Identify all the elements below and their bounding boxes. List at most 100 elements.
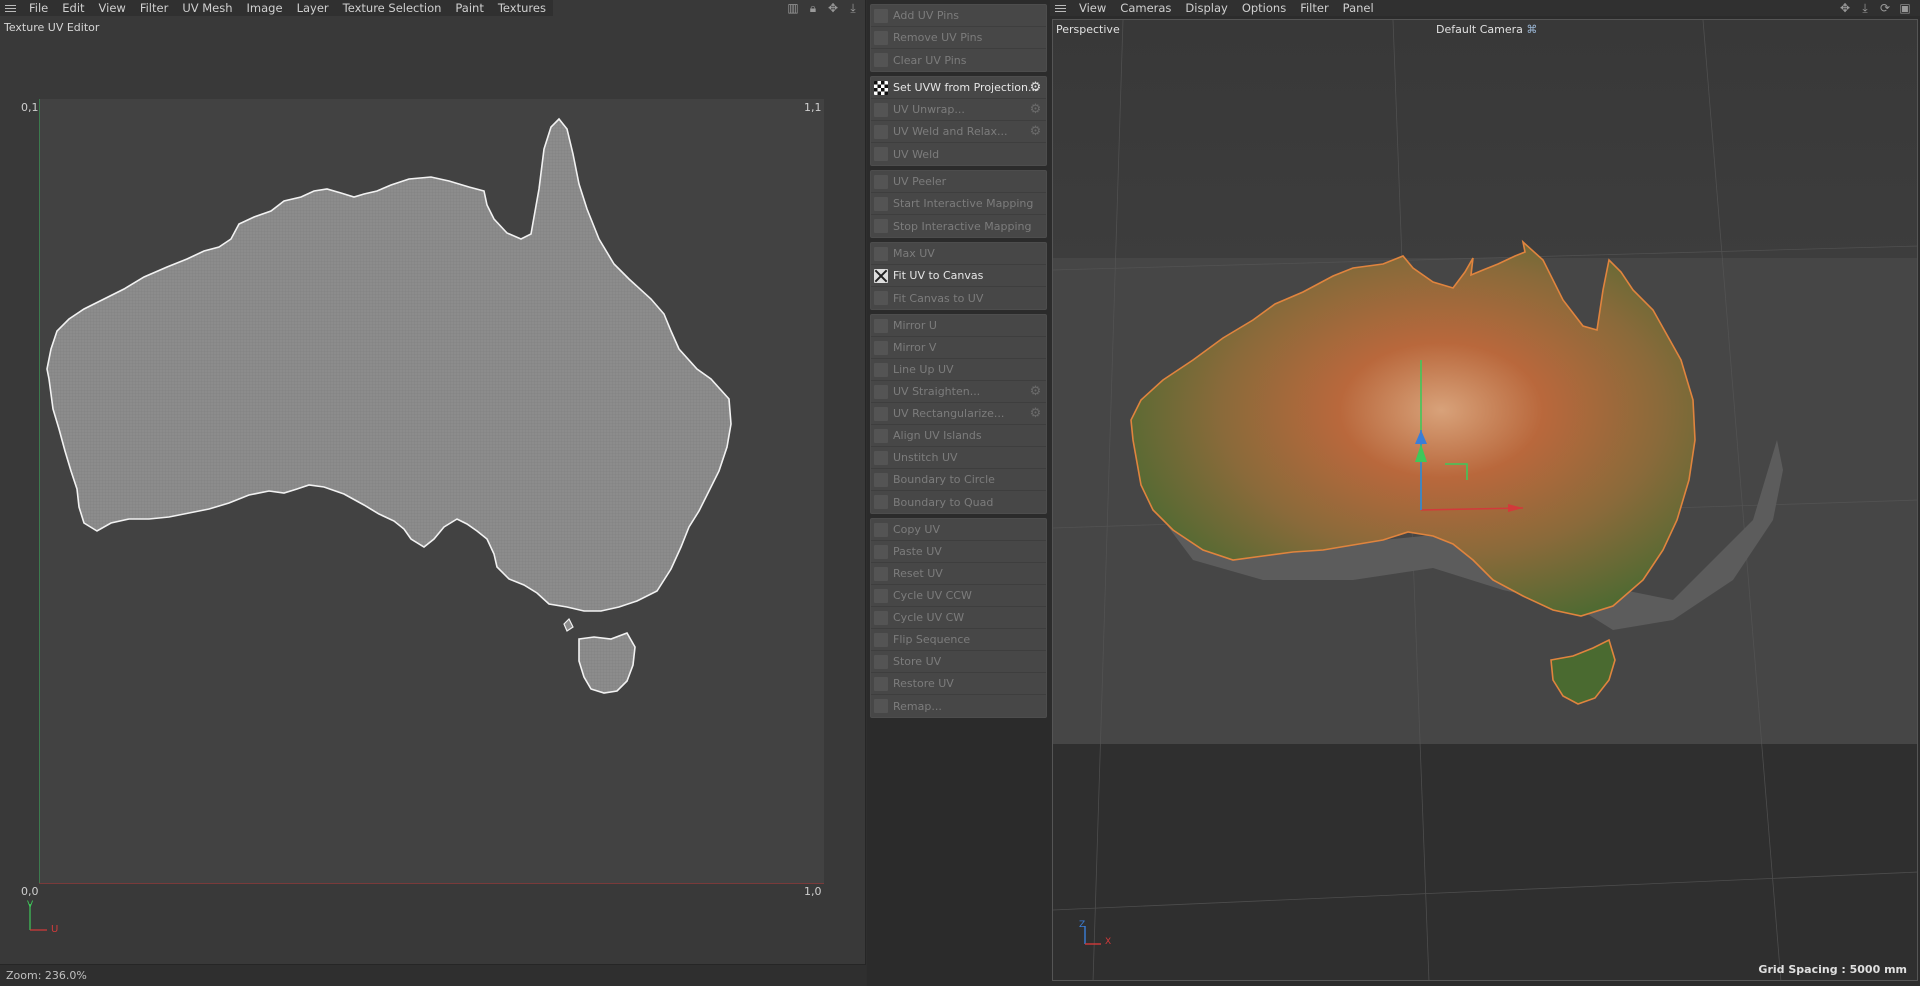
gear-icon[interactable]: ⚙ (1028, 406, 1043, 421)
menu-image[interactable]: Image (240, 0, 290, 16)
unstitch-uv-icon (874, 451, 888, 465)
cmd-boundary-to-quad[interactable]: Boundary to Quad (871, 491, 1046, 513)
cmd-remove-uv-pins[interactable]: Remove UV Pins (871, 27, 1046, 49)
cmd-label: Paste UV (893, 545, 942, 558)
menu-paint[interactable]: Paint (448, 0, 490, 16)
coord-top-left: 0,1 (21, 101, 39, 114)
menu-filter[interactable]: Filter (133, 0, 175, 16)
uv-island-tasmania[interactable] (578, 632, 636, 694)
command-group-1: Add UV Pins Remove UV Pins Clear UV Pins (870, 4, 1047, 72)
cmd-label: Unstitch UV (893, 451, 958, 464)
cmd-label: UV Straighten... (893, 385, 981, 398)
camera-label[interactable]: Default Camera ⌘ (1436, 23, 1537, 36)
pin-icon[interactable]: ⤓ (846, 1, 860, 15)
rotate-view-icon[interactable]: ⟳ (1878, 1, 1892, 15)
cmd-remap[interactable]: Remap... (871, 695, 1046, 717)
cmd-start-interactive-mapping[interactable]: Start Interactive Mapping (871, 193, 1046, 215)
max-uv-icon (874, 247, 888, 261)
gear-icon[interactable]: ⚙ (1028, 384, 1043, 399)
gear-icon[interactable]: ⚙ (1028, 124, 1043, 139)
clear-uv-pins-icon (874, 53, 888, 67)
uv-weld-icon (874, 147, 888, 161)
remove-uv-pins-icon (874, 31, 888, 45)
menu-textures[interactable]: Textures (491, 0, 553, 16)
cmd-max-uv[interactable]: Max UV (871, 243, 1046, 265)
cmd-uv-rectangularize[interactable]: UV Rectangularize... ⚙ (871, 403, 1046, 425)
cmd-label: UV Rectangularize... (893, 407, 1005, 420)
cmd-boundary-to-circle[interactable]: Boundary to Circle (871, 469, 1046, 491)
uv-canvas[interactable] (39, 99, 824, 883)
cmd-fit-uv-to-canvas[interactable]: Fit UV to Canvas (871, 265, 1046, 287)
cmd-store-uv[interactable]: Store UV (871, 651, 1046, 673)
move-view-icon[interactable]: ✥ (826, 1, 840, 15)
menu-edit[interactable]: Edit (55, 0, 91, 16)
maximize-view-icon[interactable]: ▣ (1898, 1, 1912, 15)
cmd-mirror-u[interactable]: Mirror U (871, 315, 1046, 337)
cmd-label: Fit Canvas to UV (893, 291, 984, 305)
cmd-stop-interactive-mapping[interactable]: Stop Interactive Mapping (871, 215, 1046, 237)
viewport-hamburger-menu-icon[interactable] (1050, 0, 1072, 16)
viewport-nav-icons: ✥ ⤓ ⟳ ▣ (1838, 1, 1912, 15)
command-group-2: Set UVW from Projection... ⚙ UV Unwrap... ⚙… (870, 76, 1047, 166)
cmd-label: Max UV (893, 247, 935, 260)
cmd-cycle-uv-cw[interactable]: Cycle UV CW (871, 607, 1046, 629)
coord-top-right: 1,1 (804, 101, 822, 114)
cycle-uv-ccw-icon (874, 589, 888, 603)
hamburger-menu-icon[interactable] (0, 0, 22, 16)
cmd-label: Flip Sequence (893, 633, 971, 646)
cmd-restore-uv[interactable]: Restore UV (871, 673, 1046, 695)
cmd-set-uvw-from-projection[interactable]: Set UVW from Projection... ⚙ (871, 77, 1046, 99)
cmd-fit-canvas-to-uv[interactable]: Fit Canvas to UV (871, 287, 1046, 309)
u-axis-label: U (51, 924, 59, 935)
cmd-uv-unwrap[interactable]: UV Unwrap... ⚙ (871, 99, 1046, 121)
reset-uv-icon (874, 567, 888, 581)
menu-view[interactable]: View (92, 0, 133, 16)
menu-filter[interactable]: Filter (1293, 0, 1335, 16)
dolly-icon[interactable]: ⤓ (1858, 1, 1872, 15)
menu-panel[interactable]: Panel (1336, 0, 1381, 16)
cmd-label: Line Up UV (893, 363, 954, 376)
cmd-align-uv-islands[interactable]: Align UV Islands (871, 425, 1046, 447)
move-view-icon[interactable]: ✥ (1838, 1, 1852, 15)
uv-straighten-icon (874, 385, 888, 399)
uv-rectangularize-icon (874, 407, 888, 421)
cmd-cycle-uv-ccw[interactable]: Cycle UV CCW (871, 585, 1046, 607)
cmd-label: Fit UV to Canvas (893, 269, 984, 282)
cmd-add-uv-pins[interactable]: Add UV Pins (871, 5, 1046, 27)
cmd-label: UV Weld (893, 147, 940, 161)
uv-menubar: File Edit View Filter UV Mesh Image Layer Textu… (0, 0, 553, 16)
cmd-uv-weld-and-relax[interactable]: UV Weld and Relax... ⚙ (871, 121, 1046, 143)
cmd-unstitch-uv[interactable]: Unstitch UV (871, 447, 1046, 469)
gear-icon[interactable]: ⚙ (1028, 102, 1043, 117)
gear-icon[interactable]: ⚙ (1028, 80, 1043, 95)
menu-display[interactable]: Display (1178, 0, 1234, 16)
cmd-copy-uv[interactable]: Copy UV (871, 519, 1046, 541)
cmd-uv-weld[interactable]: UV Weld (871, 143, 1046, 165)
menu-uv-mesh[interactable]: UV Mesh (175, 0, 239, 16)
cmd-uv-peeler[interactable]: UV Peeler (871, 171, 1046, 193)
menu-options[interactable]: Options (1235, 0, 1293, 16)
cmd-uv-straighten[interactable]: UV Straighten... ⚙ (871, 381, 1046, 403)
lock-icon[interactable]: 🔒︎ (806, 1, 820, 15)
menu-file[interactable]: File (22, 0, 55, 16)
viewport-canvas[interactable]: Perspective Default Camera ⌘ Z X Grid Sp… (1052, 19, 1918, 981)
cmd-mirror-v[interactable]: Mirror V (871, 337, 1046, 359)
viewport-menubar: View Cameras Display Options Filter Panel (1050, 0, 1920, 16)
cmd-reset-uv[interactable]: Reset UV (871, 563, 1046, 585)
coord-bottom-left: 0,0 (21, 885, 39, 898)
menu-layer[interactable]: Layer (290, 0, 336, 16)
histogram-icon[interactable]: ▥ (786, 1, 800, 15)
cmd-line-up-uv[interactable]: Line Up UV (871, 359, 1046, 381)
remap-icon (874, 699, 888, 713)
cmd-label: Boundary to Quad (893, 495, 994, 509)
uv-toolbar-icons: ▥ 🔒︎ ✥ ⤓ (786, 1, 860, 15)
uv-island-mainland[interactable] (46, 117, 732, 612)
cmd-paste-uv[interactable]: Paste UV (871, 541, 1046, 563)
cmd-clear-uv-pins[interactable]: Clear UV Pins (871, 49, 1046, 71)
view-name-label: Perspective (1056, 23, 1120, 36)
cmd-flip-sequence[interactable]: Flip Sequence (871, 629, 1046, 651)
cmd-label: Set UVW from Projection... (893, 81, 1039, 94)
menu-texture-selection[interactable]: Texture Selection (336, 0, 449, 16)
menu-view[interactable]: View (1072, 0, 1113, 16)
menu-cameras[interactable]: Cameras (1113, 0, 1178, 16)
